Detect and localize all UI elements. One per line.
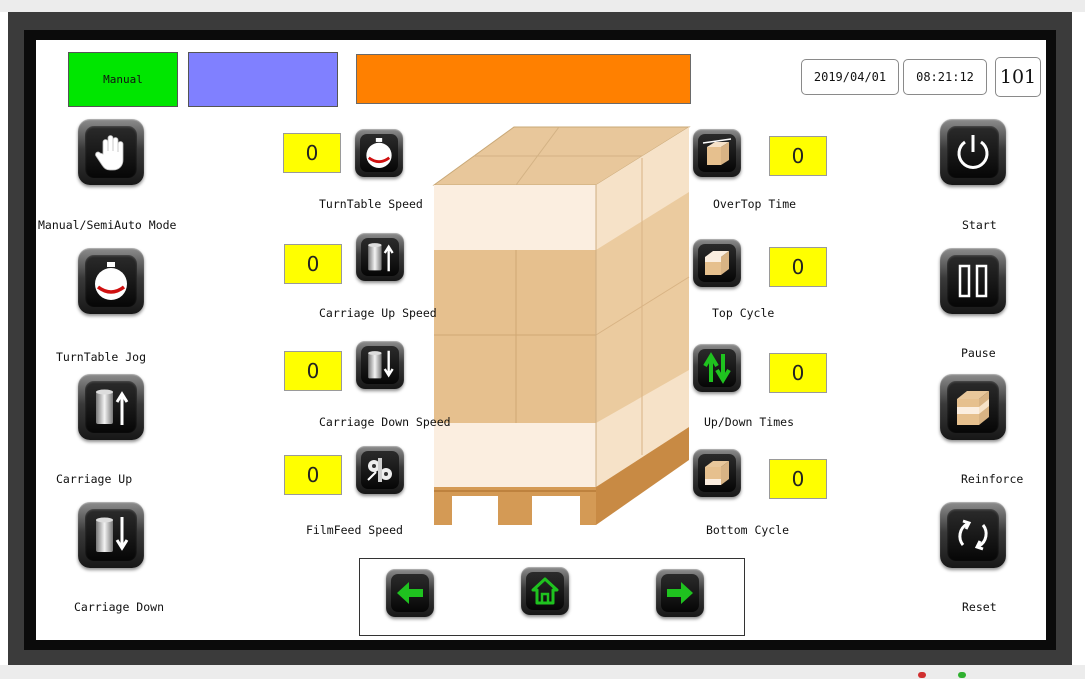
overtop-time-button[interactable] [693, 129, 741, 177]
bottom-cycle-label: Bottom Cycle [706, 523, 790, 537]
carriage-up-label: Carriage Up [56, 472, 133, 486]
up-down-arrows-icon [703, 352, 731, 384]
led-indicator-red [918, 672, 926, 678]
turntable-speed-value[interactable]: 0 [283, 133, 341, 173]
film-feed-icon [367, 458, 392, 482]
reset-label: Reset [962, 600, 997, 614]
date-text: 2019/04/01 [813, 70, 887, 84]
arrow-right-icon [667, 582, 693, 604]
filmfeed-speed-value[interactable]: 0 [284, 455, 342, 495]
top-cycle-button[interactable] [693, 239, 741, 287]
carriage-down-icon [368, 350, 394, 379]
reinforce-button[interactable] [940, 374, 1006, 440]
overtop-time-value[interactable]: 0 [769, 136, 827, 176]
led-indicator-green [958, 672, 966, 678]
turntable-speed-label: TurnTable Speed [319, 197, 423, 211]
carriage-down-label: Carriage Down [74, 600, 165, 614]
overtop-time-label: OverTop Time [713, 197, 797, 211]
carriage-down-icon [96, 517, 129, 552]
top-cycle-value[interactable]: 0 [769, 247, 827, 287]
mode-status-box: Manual [68, 52, 178, 107]
reset-icon [958, 519, 988, 551]
up-down-times-value[interactable]: 0 [769, 353, 827, 393]
hand-icon [95, 135, 124, 171]
mode-status-label: Manual [103, 73, 143, 86]
start-label: Start [962, 218, 997, 232]
time-text: 08:21:12 [916, 70, 974, 84]
manual-semiauto-mode-label: Manual/SemiAuto Mode [38, 218, 177, 232]
carriage-up-icon [368, 243, 394, 272]
bottom-cycle-button[interactable] [693, 449, 741, 497]
bottom-cycle-value[interactable]: 0 [769, 459, 827, 499]
pause-icon [958, 264, 988, 298]
carriage-down-button[interactable] [78, 502, 144, 568]
turntable-speed-button[interactable] [355, 129, 403, 177]
home-button[interactable] [521, 567, 569, 615]
top-cycle-icon [705, 251, 729, 275]
carriage-down-speed-label: Carriage Down Speed [319, 415, 451, 429]
filmfeed-speed-button[interactable] [356, 446, 404, 494]
turntable-icon [366, 138, 392, 168]
carriage-down-speed-button[interactable] [356, 341, 404, 389]
next-page-button[interactable] [656, 569, 704, 617]
home-icon [531, 577, 559, 605]
turntable-jog-button[interactable] [78, 248, 144, 314]
arrow-left-icon [397, 582, 423, 604]
pause-button[interactable] [940, 248, 1006, 314]
power-icon [957, 135, 989, 169]
carriage-up-speed-button[interactable] [356, 233, 404, 281]
previous-page-button[interactable] [386, 569, 434, 617]
up-down-times-button[interactable] [693, 344, 741, 392]
pause-label: Pause [961, 346, 996, 360]
carriage-down-speed-value[interactable]: 0 [284, 351, 342, 391]
up-down-times-label: Up/Down Times [704, 415, 795, 429]
screen-number: 101 [995, 57, 1041, 97]
reset-button[interactable] [940, 502, 1006, 568]
hmi-screen: Manual 2019/04/01 08:21:12 101 Manual/Se… [36, 40, 1046, 640]
time-display: 08:21:12 [903, 59, 987, 95]
carriage-up-button[interactable] [78, 374, 144, 440]
carriage-up-speed-label: Carriage Up Speed [319, 306, 437, 320]
turntable-jog-label: TurnTable Jog [56, 350, 147, 364]
turntable-icon [95, 262, 127, 300]
bottom-cycle-icon [705, 461, 729, 485]
alarm-message-bar [356, 54, 691, 104]
date-display: 2019/04/01 [801, 59, 899, 95]
top-cycle-label: Top Cycle [712, 306, 775, 320]
over-top-icon [702, 138, 732, 165]
carriage-up-icon [96, 389, 129, 425]
carriage-up-speed-value[interactable]: 0 [284, 244, 342, 284]
pallet-illustration [432, 126, 691, 525]
reinforce-icon [957, 391, 989, 425]
reinforce-label: Reinforce [961, 472, 1024, 486]
manual-semiauto-mode-button[interactable] [78, 119, 144, 185]
status-indicator-box [188, 52, 338, 107]
start-button[interactable] [940, 119, 1006, 185]
filmfeed-speed-label: FilmFeed Speed [306, 523, 403, 537]
screen-number-text: 101 [999, 66, 1037, 88]
